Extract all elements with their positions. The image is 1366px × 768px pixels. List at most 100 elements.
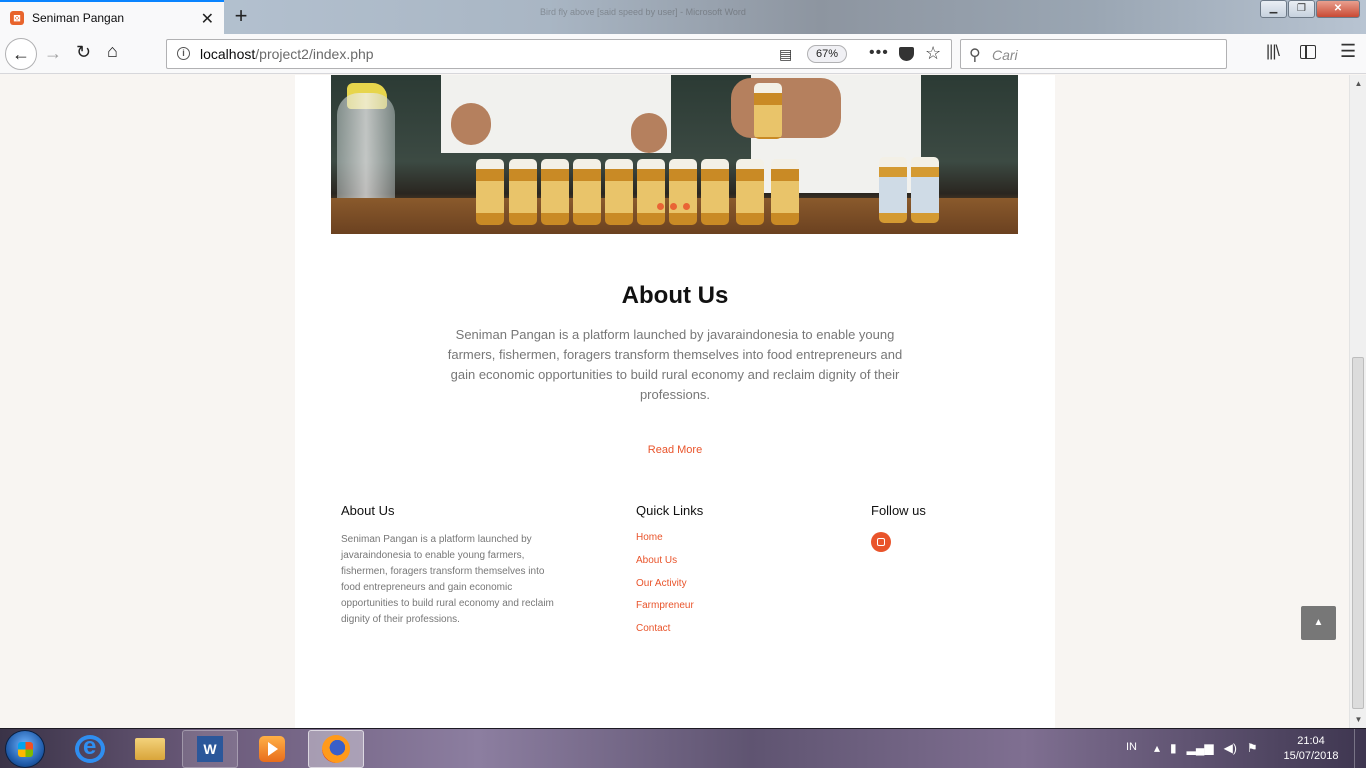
jar	[701, 159, 729, 225]
hands-holding-jar	[731, 78, 841, 138]
system-clock[interactable]: 21:04 15/07/2018	[1276, 734, 1346, 764]
jar	[637, 159, 665, 225]
carousel-dot[interactable]	[670, 203, 677, 210]
footer-link-farmpreneur[interactable]: Farmpreneur	[636, 600, 703, 612]
search-bar[interactable]: ⚲ Cari	[960, 39, 1227, 69]
background-window-title: Bird fly above [said speed by user] - Mi…	[540, 7, 746, 17]
system-tray: ▴ ▮ ▂▄▆ ◀) ⚑	[1154, 741, 1258, 755]
browser-tab-active[interactable]: ⊠ Seniman Pangan ✕	[0, 0, 224, 34]
footer-link-home[interactable]: Home	[636, 532, 703, 544]
language-indicator[interactable]: IN	[1126, 741, 1137, 753]
scrollbar-thumb[interactable]	[1352, 357, 1364, 709]
read-more-link[interactable]: Read More	[295, 444, 1055, 456]
action-center-flag-icon[interactable]: ⚑	[1247, 741, 1258, 755]
footer-about-text: Seniman Pangan is a platform launched by…	[341, 534, 554, 625]
new-tab-button[interactable]: +	[230, 3, 252, 29]
clock-time: 21:04	[1297, 735, 1325, 747]
hero-image	[331, 75, 1018, 234]
hand-middle	[631, 113, 667, 153]
scroll-up-arrow-icon[interactable]: ▲	[1350, 75, 1366, 92]
footer-follow: Follow us	[871, 503, 926, 552]
instagram-icon[interactable]	[871, 532, 891, 552]
close-window-button[interactable]: ✕	[1316, 0, 1360, 18]
firefox-icon	[322, 735, 350, 763]
url-bar[interactable]: i localhost/project2/index.php ▤ 67% •••…	[166, 39, 952, 69]
jar	[736, 159, 764, 225]
carousel-indicators[interactable]	[657, 203, 690, 210]
file-explorer-icon	[135, 738, 165, 760]
footer-link-contact[interactable]: Contact	[636, 623, 703, 635]
zoom-indicator[interactable]: 67%	[807, 45, 848, 63]
search-icon: ⚲	[969, 47, 981, 64]
back-button[interactable]: ←	[5, 38, 37, 70]
carousel-dot[interactable]	[683, 203, 690, 210]
footer-follow-heading: Follow us	[871, 503, 926, 518]
media-player-icon	[259, 736, 285, 762]
reader-view-icon[interactable]: ▤	[779, 46, 792, 63]
read-more-label[interactable]: Read More	[648, 444, 702, 456]
bookmark-star-icon[interactable]: ☆	[925, 43, 941, 64]
taskbar-microsoft-word[interactable]: W	[182, 730, 238, 768]
page-actions-icon[interactable]: •••	[869, 44, 889, 62]
network-signal-icon[interactable]: ▂▄▆	[1187, 741, 1214, 755]
chevron-up-icon: ▲	[1313, 617, 1324, 628]
url-path: /project2/index.php	[255, 46, 374, 62]
about-title: About Us	[621, 282, 729, 309]
hamburger-menu-icon[interactable]: ☰	[1340, 41, 1356, 62]
page-viewport: About Us Seniman Pangan is a platform la…	[0, 75, 1349, 728]
taskbar-internet-explorer[interactable]	[62, 730, 118, 768]
browser-titlebar: Bird fly above [said speed by user] - Mi…	[0, 0, 1366, 34]
jar-held	[754, 83, 782, 139]
scroll-down-arrow-icon[interactable]: ▼	[1350, 711, 1366, 728]
microsoft-word-icon: W	[197, 736, 223, 762]
battery-icon[interactable]: ▮	[1170, 741, 1177, 755]
footer-about-heading: About Us	[341, 503, 395, 518]
jar	[541, 159, 569, 225]
carousel-dot[interactable]	[657, 203, 664, 210]
footer-link-about-us[interactable]: About Us	[636, 555, 703, 567]
jar	[669, 159, 697, 225]
windows-taskbar: W IN ▴ ▮ ▂▄▆ ◀) ⚑ 21:04 15/07/2018	[0, 728, 1366, 768]
start-button[interactable]	[5, 730, 45, 768]
page-scrollbar[interactable]: ▲ ▼	[1349, 75, 1366, 728]
volume-icon[interactable]: ◀)	[1224, 741, 1237, 755]
browser-navbar: ← → ↻ ⌂ i localhost/project2/index.php ▤…	[0, 34, 1366, 74]
tab-title: Seniman Pangan	[32, 11, 125, 25]
jar	[509, 159, 537, 225]
clock-date: 15/07/2018	[1283, 750, 1339, 762]
jar	[605, 159, 633, 225]
xampp-favicon-icon: ⊠	[10, 11, 24, 25]
jar	[911, 157, 939, 223]
taskbar-firefox[interactable]	[308, 730, 364, 768]
internet-explorer-icon	[75, 733, 105, 763]
footer-links-heading: Quick Links	[636, 503, 704, 518]
taskbar-file-explorer[interactable]	[122, 730, 178, 768]
close-tab-icon[interactable]: ✕	[201, 9, 214, 29]
home-button[interactable]: ⌂	[107, 41, 118, 62]
minimize-button[interactable]: ▁	[1260, 0, 1287, 18]
url-host: localhost	[200, 46, 256, 62]
back-to-top-button[interactable]: ▲	[1301, 606, 1336, 640]
show-hidden-icons-icon[interactable]: ▴	[1154, 741, 1160, 755]
forward-button[interactable]: →	[44, 43, 62, 64]
show-desktop-button[interactable]	[1354, 729, 1366, 768]
jar	[476, 159, 504, 225]
jar	[771, 159, 799, 225]
jar	[573, 159, 601, 225]
site-info-icon[interactable]: i	[177, 47, 190, 60]
hand-left	[451, 103, 491, 145]
library-icon[interactable]: |||\	[1266, 43, 1280, 61]
spray-bottle	[337, 93, 395, 215]
page-container: About Us Seniman Pangan is a platform la…	[295, 75, 1055, 728]
footer-link-our-activity[interactable]: Our Activity	[636, 578, 703, 590]
sidebar-icon[interactable]	[1300, 45, 1316, 59]
pocket-icon[interactable]	[899, 47, 914, 61]
reload-button[interactable]: ↻	[76, 42, 91, 63]
window-controls: ▁ ❐ ✕	[1259, 0, 1360, 18]
taskbar-media-player[interactable]	[244, 730, 300, 768]
restore-button[interactable]: ❐	[1288, 0, 1315, 18]
about-description: Seniman Pangan is a platform launched by…	[447, 327, 903, 402]
jar	[879, 157, 907, 223]
url-text[interactable]: localhost/project2/index.php	[200, 46, 374, 62]
search-placeholder: Cari	[992, 47, 1018, 63]
